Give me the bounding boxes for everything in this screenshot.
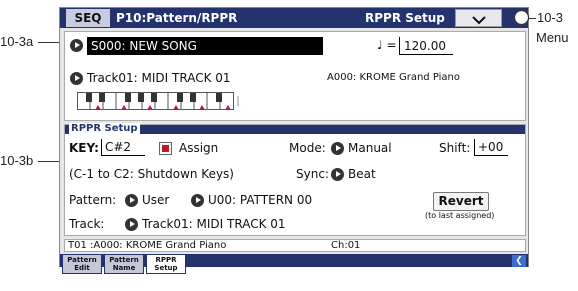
pattern-source-icon[interactable] <box>125 194 138 207</box>
page-menu-button[interactable] <box>455 9 502 27</box>
tab-label-line2: Edit <box>74 264 90 272</box>
song-section: S000: NEW SONG ♩ = 120.00 Track01: MIDI … <box>64 31 526 121</box>
callout-10-3: 10-3 <box>537 10 564 25</box>
tab-pattern-edit[interactable]: Pattern Edit <box>62 254 102 274</box>
shutdown-keys-note: (C-1 to C2: Shutdown Keys) <box>69 167 234 181</box>
page-title: P10:Pattern/RPPR <box>116 11 238 25</box>
callout-marker-icon <box>513 9 530 26</box>
chevron-down-icon <box>471 16 486 25</box>
callout-menu: Menu <box>536 30 569 45</box>
song-select-field[interactable]: S000: NEW SONG <box>87 37 323 55</box>
pattern-value[interactable]: U00: PATTERN 00 <box>208 193 312 207</box>
status-bar: T01 :A000: KROME Grand Piano Ch:01 <box>64 239 526 252</box>
rppr-setup-section: RPPR Setup KEY: C#2 Assign Mode: Manual … <box>64 123 526 236</box>
rppr-section-title: RPPR Setup <box>69 123 140 135</box>
sync-value[interactable]: Beat <box>348 167 376 181</box>
tab-rppr-setup[interactable]: RPPR Setup <box>146 254 186 274</box>
pattern-select-icon[interactable] <box>191 194 204 207</box>
tempo-field[interactable]: 120.00 <box>399 37 453 55</box>
track-label: Track: <box>69 217 105 231</box>
pattern-source[interactable]: User <box>142 193 169 207</box>
rppr-track-select-icon[interactable] <box>125 218 138 231</box>
tempo-label: ♩ = <box>377 38 397 52</box>
shift-field[interactable]: +00 <box>474 139 508 156</box>
revert-button[interactable]: Revert <box>433 192 489 211</box>
tab-pattern-name[interactable]: Pattern Name <box>104 254 144 274</box>
revert-note: (to last assigned) <box>425 211 495 220</box>
status-track-program: T01 :A000: KROME Grand Piano <box>68 240 227 251</box>
mode-label: Mode: <box>289 141 326 155</box>
key-label: KEY: <box>69 141 99 155</box>
status-channel: Ch:01 <box>331 240 361 251</box>
mode-select-icon[interactable] <box>331 142 344 155</box>
tab-label-line1: RPPR <box>155 256 177 264</box>
page-header: SEQ P10:Pattern/RPPR RPPR Setup <box>60 8 528 28</box>
callout-10-3a: 10-3a <box>0 34 34 49</box>
sync-select-icon[interactable] <box>331 168 344 181</box>
tab-label-line2: Name <box>112 264 136 272</box>
track-select[interactable]: Track01: MIDI TRACK 01 <box>87 71 231 85</box>
tab-label-line2: Setup <box>154 264 178 272</box>
keyboard-icon <box>77 92 239 110</box>
rppr-track-value[interactable]: Track01: MIDI TRACK 01 <box>142 217 286 231</box>
mode-value[interactable]: Manual <box>348 141 392 155</box>
program-name: A000: KROME Grand Piano <box>327 72 461 83</box>
song-select-icon[interactable] <box>70 39 83 52</box>
callout-10-3b: 10-3b <box>0 153 34 168</box>
key-field[interactable]: C#2 <box>101 139 145 156</box>
sync-label: Sync: <box>296 167 329 181</box>
track-select-icon[interactable] <box>70 72 83 85</box>
lcd-screen: SEQ P10:Pattern/RPPR RPPR Setup S000: NE… <box>59 7 529 274</box>
tab-title: RPPR Setup <box>365 11 445 25</box>
mode-indicator[interactable]: SEQ <box>66 9 110 27</box>
tab-label-line1: Pattern <box>109 256 139 264</box>
shift-label: Shift: <box>439 141 471 155</box>
tab-bar: Pattern Edit Pattern Name RPPR Setup ❮ <box>60 254 528 274</box>
tab-label-line1: Pattern <box>67 256 97 264</box>
assign-checkbox[interactable] <box>159 142 172 155</box>
assign-label: Assign <box>179 141 219 155</box>
back-arrow-icon[interactable]: ❮ <box>512 255 526 267</box>
pattern-label: Pattern: <box>69 193 117 207</box>
